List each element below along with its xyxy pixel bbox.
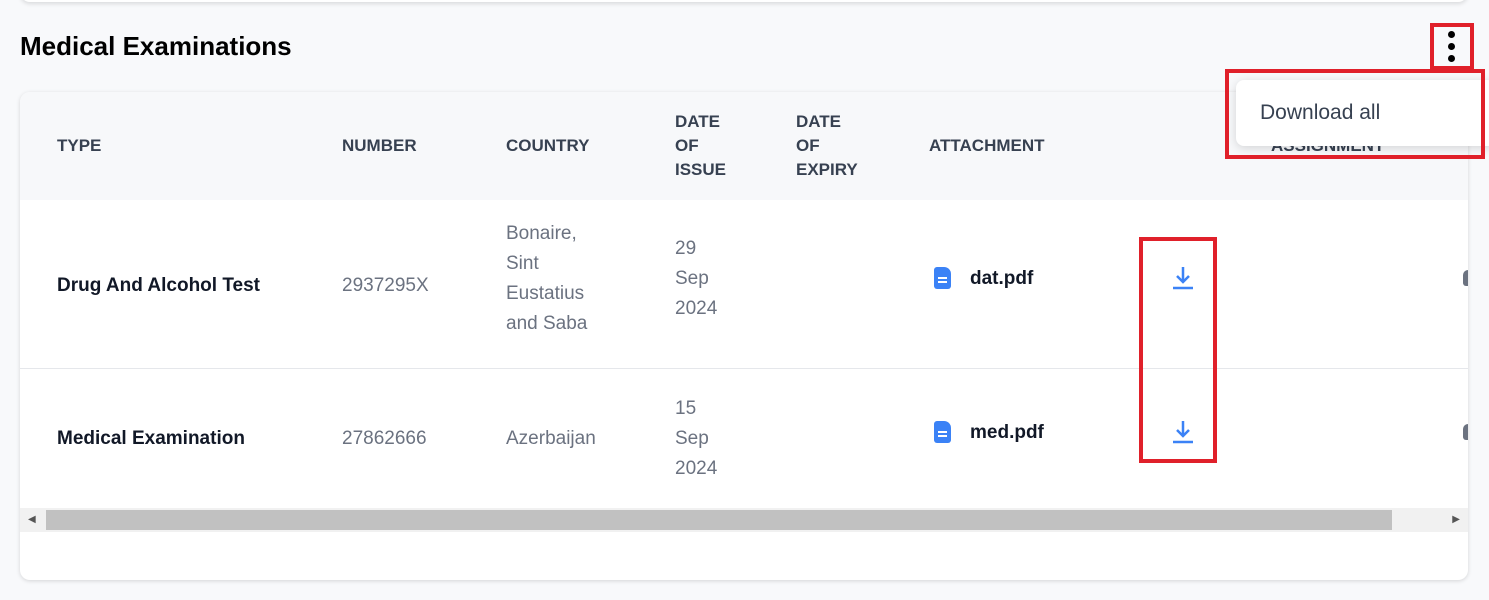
country-cell: Azerbaijan (506, 428, 596, 449)
previous-card (20, 0, 1468, 2)
options-menu: Download all (1236, 80, 1489, 146)
menu-item-download-all[interactable]: Download all (1260, 101, 1380, 125)
scroll-right-icon[interactable]: ▶ (1452, 514, 1460, 525)
section-title: Medical Examinations (20, 31, 292, 61)
date-of-issue-cell: 29 Sep 2024 (675, 238, 718, 319)
lock-icon (1463, 270, 1468, 286)
date-of-issue-cell: 15 Sep 2024 (675, 398, 718, 479)
header-type: TYPE (57, 136, 102, 155)
scroll-left-icon[interactable]: ◀ (28, 514, 36, 525)
file-icon (934, 421, 951, 443)
more-options-icon[interactable] (1440, 28, 1464, 66)
header-date-of-expiry: DATE OF EXPIRY (796, 112, 858, 179)
number-cell: 27862666 (342, 428, 427, 449)
scrollbar-thumb[interactable] (46, 510, 1392, 530)
lock-icon (1463, 424, 1468, 440)
header-attachment: ATTACHMENT (929, 136, 1045, 155)
download-icon[interactable] (1170, 264, 1196, 292)
table-row: Medical Examination 27862666 Azerbaijan … (20, 369, 1468, 507)
file-icon (934, 267, 951, 289)
type-cell: Drug And Alcohol Test (57, 275, 261, 296)
table-row: Drug And Alcohol Test 2937295X Bonaire, S… (20, 200, 1468, 369)
attachment-link[interactable]: dat.pdf (970, 264, 1033, 294)
header-country: COUNTRY (506, 136, 590, 155)
header-number: NUMBER (342, 136, 417, 155)
number-cell: 2937295X (342, 275, 429, 296)
download-icon[interactable] (1170, 418, 1196, 446)
horizontal-scrollbar[interactable]: ◀ ▶ (20, 508, 1468, 532)
header-date-of-issue: DATE OF ISSUE (675, 112, 727, 179)
type-cell: Medical Examination (57, 428, 245, 449)
country-cell: Bonaire, Sint Eustatius and Saba (506, 223, 588, 334)
attachment-link[interactable]: med.pdf (970, 418, 1044, 448)
medical-examinations-table: TYPE NUMBER COUNTRY DATE OF ISSUE DATE OF EX… (20, 92, 1468, 580)
